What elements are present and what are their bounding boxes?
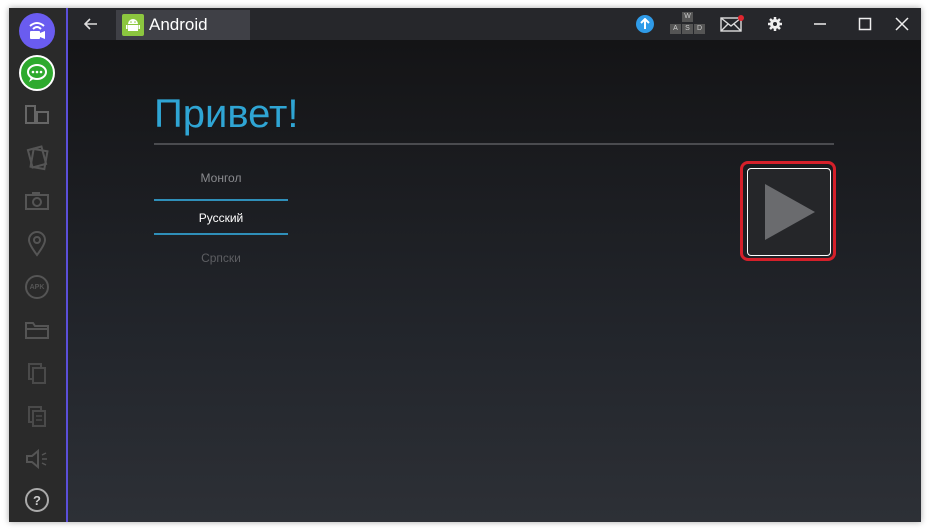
cards-button[interactable] [18,139,56,177]
close-button[interactable] [888,8,916,40]
settings-button[interactable] [761,8,789,40]
back-arrow-icon [84,18,97,30]
keyboard-icon: W A S D [669,11,707,37]
gear-icon [768,17,782,31]
chat-button[interactable] [18,54,56,92]
maximize-button[interactable] [851,8,879,40]
upload-icon [636,15,654,33]
paste-icon [28,406,46,427]
title-divider [154,143,834,145]
keyboard-mapping-button[interactable]: W A S D [668,8,708,40]
close-icon [895,17,909,31]
back-button[interactable] [78,8,104,40]
rotate-screen-icon [25,105,49,124]
volume-icon [26,448,47,470]
update-button[interactable] [633,8,657,40]
help-label: ? [33,492,41,508]
android-icon [122,14,144,36]
page-title: Привет! [154,92,299,136]
play-button-highlight [740,161,836,261]
messages-button[interactable] [718,8,746,40]
apk-install-button[interactable]: APK [18,268,56,306]
location-button[interactable] [18,225,56,263]
key-w: W [682,12,693,22]
copy-icon [28,363,46,384]
camera-button[interactable] [18,182,56,220]
rotate-screen-button[interactable] [18,96,56,134]
sidebar: APK ? [9,8,68,522]
mail-icon [720,15,744,32]
apk-label: APK [29,283,45,291]
apk-icon: APK [25,275,49,299]
key-d: D [694,24,705,34]
play-icon [765,184,815,240]
language-option-russian[interactable]: Русский [154,211,288,225]
volume-button[interactable] [18,440,56,478]
selection-line-top [154,199,288,201]
app-window: APK ? Android W A S D Привет! Монгол Рус… [9,8,921,522]
key-a: A [670,24,681,34]
tab-android-label: Android [149,15,208,34]
maximize-icon [858,17,872,31]
copy-button[interactable] [18,354,56,392]
help-button[interactable]: ? [18,481,56,519]
location-pin-icon [27,231,47,257]
camera-icon [25,192,49,210]
android-screen: Привет! Монгол Русский Српски [68,40,921,522]
cards-icon [26,145,49,171]
folder-icon [25,322,49,339]
key-s: S [682,24,693,34]
video-call-icon [19,13,55,49]
folder-button[interactable] [18,311,56,349]
help-icon: ? [25,488,49,512]
video-call-button[interactable] [18,12,56,50]
tab-android[interactable]: Android [116,10,250,40]
play-button[interactable] [747,168,831,256]
paste-button[interactable] [18,397,56,435]
minimize-icon [814,23,826,25]
language-option-serbian[interactable]: Српски [154,251,288,265]
chat-icon [19,55,55,91]
language-option-mongolian[interactable]: Монгол [154,171,288,185]
title-bar: Android W A S D [68,8,921,40]
selection-line-bottom [154,233,288,235]
minimize-button[interactable] [806,8,834,40]
